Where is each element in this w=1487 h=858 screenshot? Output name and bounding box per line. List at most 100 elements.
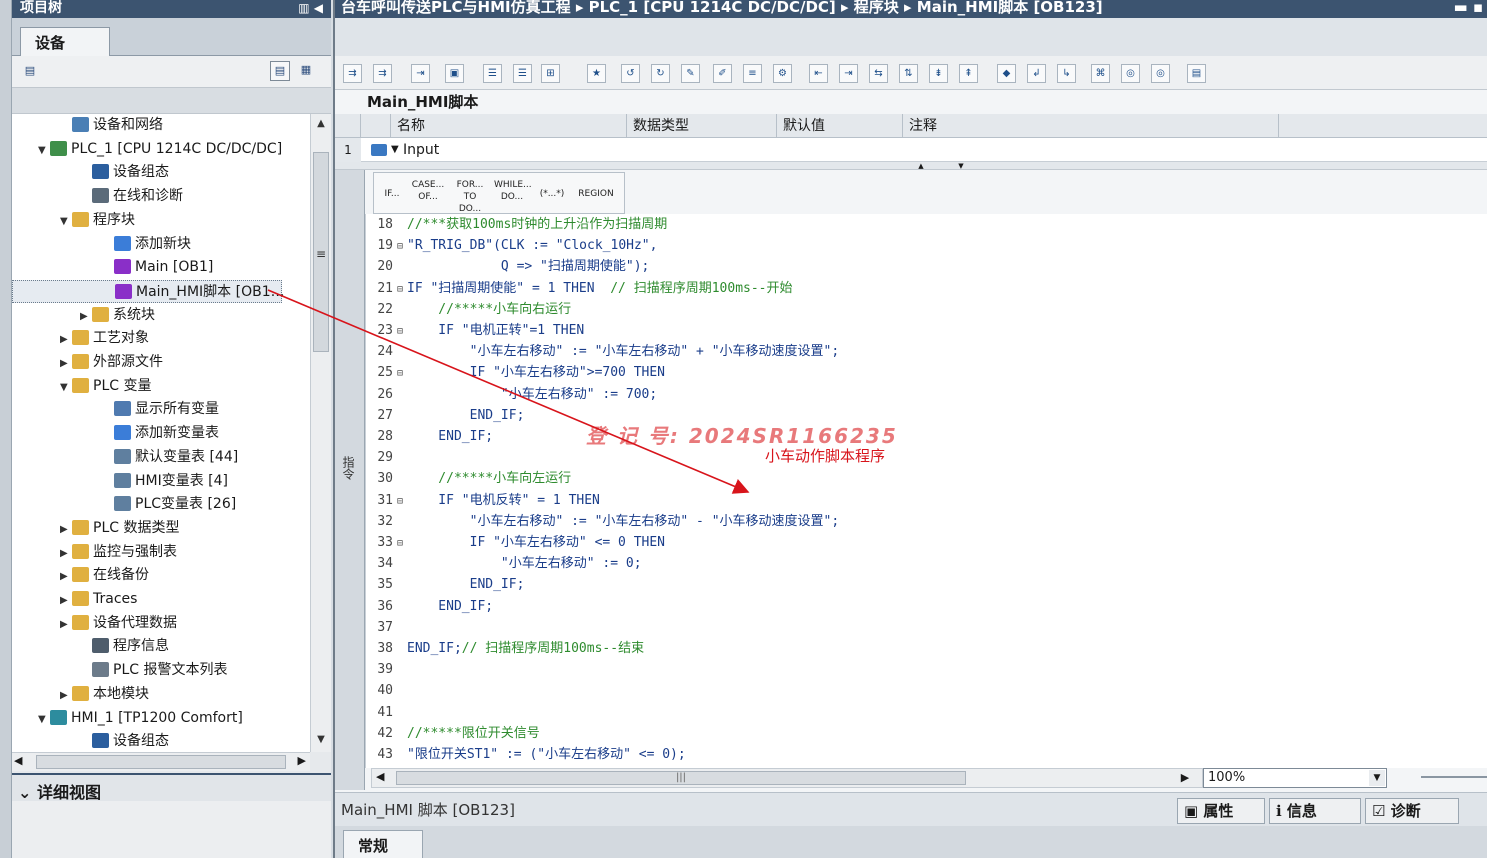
tree-node[interactable]: ▼ HMI_1 [TP1200 Comfort]	[38, 707, 243, 730]
code-line[interactable]: 29	[365, 447, 407, 468]
toolbar-format-icon[interactable]: ≡	[743, 64, 762, 83]
tree-horizontal-scrollbar[interactable]: ◀ ▶	[12, 752, 310, 771]
tree-node[interactable]: 默认变量表 [44]	[102, 446, 238, 469]
toolbar-expand-icon[interactable]: ⇆	[869, 64, 888, 83]
tree-node[interactable]: 添加新变量表	[102, 422, 219, 445]
toolbar-indent-icon[interactable]: ⇥	[411, 64, 430, 83]
fold-toggle-icon[interactable]: ⊟	[397, 363, 407, 384]
tree-node[interactable]: 添加新块	[102, 233, 191, 256]
code-line[interactable]: 30 //*****小车向左运行	[365, 468, 571, 489]
snippet-case[interactable]: CASE... OF...	[410, 179, 446, 209]
breadcrumb-project[interactable]: 台车呼叫传送PLC与HMI仿真工程	[341, 0, 571, 16]
tree-node[interactable]: 在线和诊断	[80, 185, 183, 208]
toolbar-network-icon[interactable]: ⌘	[1091, 64, 1110, 83]
export-icon[interactable]: ▦	[296, 61, 316, 81]
tree-node[interactable]: HMI变量表 [4]	[102, 470, 228, 493]
tree-node[interactable]: PLC变量表 [26]	[102, 493, 236, 516]
tree-toggle-icon[interactable]: ▶	[60, 565, 72, 588]
tree-toggle-icon[interactable]: ▼	[38, 139, 50, 162]
tree-node[interactable]: ▶ 监控与强制表	[60, 541, 177, 564]
code-line[interactable]: 33 ⊟ IF "小车左右移动" <= 0 THEN	[365, 532, 665, 553]
tree-node[interactable]: 设备和网络	[60, 114, 163, 137]
code-line[interactable]: 19 ⊟ "R_TRIG_DB"(CLK := "Clock_10Hz",	[365, 235, 657, 256]
snippet-region[interactable]: REGION	[572, 179, 620, 209]
detail-view-header[interactable]: ⌄ 详细视图	[12, 773, 331, 802]
tree-node[interactable]: 设备组态	[80, 161, 169, 184]
toolbar-prev-icon[interactable]: ⇤	[809, 64, 828, 83]
toolbar-breakpoint-icon[interactable]: ◆	[997, 64, 1016, 83]
tree-node[interactable]: PLC 报警文本列表	[80, 659, 227, 682]
toolbar-comment-icon[interactable]: ✎	[681, 64, 700, 83]
tree-toggle-icon[interactable]: ▶	[60, 518, 72, 541]
toolbar-bookmark-icon[interactable]: ⊞	[541, 64, 560, 83]
code-scroll-left-icon[interactable]: ◀	[376, 770, 384, 783]
tree-toggle-icon[interactable]: ▼	[38, 708, 50, 731]
tree-node[interactable]: 显示所有变量	[102, 398, 219, 421]
code-line[interactable]: 18 //***获取100ms时钟的上升沿作为扫描周期	[365, 214, 667, 235]
tree-node[interactable]: ▶ 本地模块	[60, 683, 149, 706]
code-line[interactable]: 40	[365, 680, 407, 701]
tree-toggle-icon[interactable]: ▶	[60, 328, 72, 351]
zoom-slider[interactable]	[1421, 776, 1487, 778]
code-line[interactable]: 42 //*****限位开关信号	[365, 723, 539, 744]
breadcrumb-block[interactable]: Main_HMI脚本 [OB123]	[917, 0, 1103, 16]
panel-collapse-icon[interactable]: ▥ ◀	[298, 0, 323, 16]
tree-toggle-icon[interactable]: ▶	[60, 542, 72, 565]
tree-node[interactable]: Main [OB1]	[102, 256, 213, 279]
tree-node[interactable]: ▶ 设备代理数据	[60, 612, 177, 635]
snippet-while[interactable]: WHILE... DO...	[494, 179, 532, 209]
code-line[interactable]: 43 "限位开关ST1" := ("小车左右移动" <= 0);	[365, 744, 685, 765]
tree-toggle-icon[interactable]: ▶	[60, 352, 72, 375]
fold-toggle-icon[interactable]: ⊟	[397, 491, 407, 512]
instructions-side-tab[interactable]: 指令	[335, 170, 365, 790]
code-line[interactable]: 34 "小车左右移动" := 0;	[365, 553, 641, 574]
fold-toggle-icon[interactable]: ⊟	[397, 279, 407, 300]
fold-toggle-icon[interactable]: ⊟	[397, 236, 407, 257]
zoom-dropdown-icon[interactable]: ▼	[1369, 770, 1385, 786]
tree-node[interactable]: ▼ PLC_1 [CPU 1214C DC/DC/DC]	[38, 138, 282, 161]
scroll-down-icon[interactable]: ▼	[313, 732, 329, 748]
toolbar-outdent-icon[interactable]: ⇟	[929, 64, 948, 83]
code-line[interactable]: 36 END_IF;	[365, 596, 493, 617]
code-line[interactable]: 22 //*****小车向右运行	[365, 299, 571, 320]
scroll-left-icon[interactable]: ◀	[14, 754, 22, 767]
tree-vertical-scrollbar[interactable]: ▲ ≡ ▼	[310, 114, 331, 752]
breadcrumb-program-blocks[interactable]: 程序块	[854, 0, 899, 16]
tree-node[interactable]: ▼ 程序块	[60, 209, 135, 232]
code-line[interactable]: 20 Q => "扫描周期使能");	[365, 256, 649, 277]
toolbar-uncomment-icon[interactable]: ✐	[713, 64, 732, 83]
snippet-if[interactable]: IF...	[378, 179, 406, 209]
tree-hscroll-thumb[interactable]	[36, 755, 286, 769]
col-data-type[interactable]: 数据类型	[627, 114, 777, 138]
toolbar-goto-icon[interactable]: ↺	[621, 64, 640, 83]
breadcrumb-plc[interactable]: PLC_1 [CPU 1214C DC/DC/DC]	[589, 0, 836, 16]
toolbar-glasses-icon[interactable]: ◎	[1121, 64, 1140, 83]
tab-devices[interactable]: 设备	[20, 27, 110, 56]
toolbar-compile-icon[interactable]: ⚙	[773, 64, 792, 83]
code-line[interactable]: 31 ⊟ IF "电机反转" = 1 THEN	[365, 490, 600, 511]
scroll-up-icon[interactable]: ▲	[313, 116, 329, 132]
toolbar-step2-icon[interactable]: ↳	[1057, 64, 1076, 83]
snippet-for[interactable]: FOR... TO DO...	[452, 179, 488, 214]
tree-node[interactable]: Main_HMI脚本 [OB1…	[12, 279, 285, 303]
fold-toggle-icon[interactable]: ⊟	[397, 321, 407, 342]
code-line[interactable]: 39	[365, 659, 407, 680]
code-line[interactable]: 24 "小车左右移动" := "小车左右移动" + "小车移动速度设置";	[365, 341, 839, 362]
code-horizontal-scrollbar[interactable]: ◀ |||	[371, 768, 1203, 788]
toolbar-delete-icon[interactable]: ⇉	[373, 64, 392, 83]
toolbar-glasses2-icon[interactable]: ◎	[1151, 64, 1170, 83]
toolbar-monitor-icon[interactable]: ▣	[445, 64, 464, 83]
fold-toggle-icon[interactable]: ⊟	[397, 533, 407, 554]
tree-node[interactable]: ▶ PLC 数据类型	[60, 517, 179, 540]
col-comment[interactable]: 注释	[903, 114, 1279, 138]
code-line[interactable]: 25 ⊟ IF "小车左右移动">=700 THEN	[365, 362, 665, 383]
splitter-bar[interactable]: ▲ ▼	[335, 162, 1487, 170]
code-line[interactable]: 21 ⊟ IF "扫描周期使能" = 1 THEN // 扫描程序周期100ms--…	[365, 278, 792, 300]
toolbar-step-icon[interactable]: ↲	[1027, 64, 1046, 83]
toolbar-next-icon[interactable]: ⇥	[839, 64, 858, 83]
expand-toggle-icon[interactable]: ▼	[391, 138, 399, 162]
code-line[interactable]: 35 END_IF;	[365, 574, 524, 595]
tab-properties[interactable]: ▣ 属性	[1177, 798, 1265, 824]
tree-toggle-icon[interactable]: ▶	[60, 589, 72, 612]
zoom-select[interactable]: 100%	[1203, 768, 1387, 788]
